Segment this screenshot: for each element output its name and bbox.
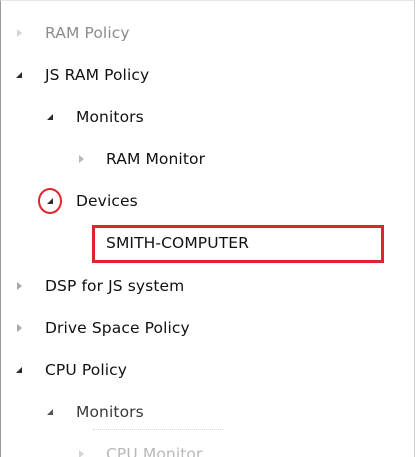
expand-arrow-icon[interactable] bbox=[13, 280, 25, 292]
expand-arrow-icon[interactable] bbox=[13, 322, 25, 334]
tree-node-js-ram-policy[interactable]: JS RAM Policy bbox=[1, 61, 414, 89]
tree-node-ram-policy[interactable]: RAM Policy bbox=[1, 19, 414, 47]
tree-node-label: RAM Policy bbox=[45, 24, 130, 42]
expand-arrow-icon[interactable] bbox=[75, 153, 87, 165]
policy-tree-panel: RAM Policy JS RAM Policy Monitors RAM Mo… bbox=[0, 0, 415, 457]
tree-node-monitors[interactable]: Monitors bbox=[1, 103, 414, 131]
fade-divider bbox=[93, 429, 223, 431]
annotation-circle bbox=[38, 188, 62, 214]
tree-node-label: RAM Monitor bbox=[106, 150, 206, 168]
tree-node-cpu-monitor[interactable]: CPU Monitor bbox=[1, 440, 414, 457]
tree-node-label: Monitors bbox=[76, 108, 144, 126]
collapse-arrow-icon[interactable] bbox=[44, 406, 56, 418]
tree-node-cpu-monitors[interactable]: Monitors bbox=[1, 398, 414, 426]
expand-arrow-icon[interactable] bbox=[13, 27, 25, 39]
tree-node-label: CPU Monitor bbox=[106, 445, 203, 457]
collapse-arrow-icon[interactable] bbox=[13, 69, 25, 81]
tree-node-label: DSP for JS system bbox=[45, 277, 185, 295]
tree-node-dsp-for-js-system[interactable]: DSP for JS system bbox=[1, 272, 414, 300]
tree-node-label: Monitors bbox=[76, 403, 144, 421]
tree-node-drive-space-policy[interactable]: Drive Space Policy bbox=[1, 314, 414, 342]
tree-node-label: CPU Policy bbox=[45, 361, 128, 379]
collapse-arrow-icon[interactable] bbox=[13, 364, 25, 376]
collapse-arrow-icon[interactable] bbox=[44, 111, 56, 123]
expand-arrow-icon[interactable] bbox=[75, 448, 87, 457]
tree-node-label: Drive Space Policy bbox=[45, 319, 190, 337]
tree-node-label: JS RAM Policy bbox=[45, 66, 150, 84]
tree-node-devices[interactable]: Devices bbox=[1, 187, 414, 215]
annotation-highlight-box bbox=[92, 225, 384, 263]
tree-node-cpu-policy[interactable]: CPU Policy bbox=[1, 356, 414, 384]
tree-node-ram-monitor[interactable]: RAM Monitor bbox=[1, 145, 414, 173]
tree-node-label: Devices bbox=[76, 192, 138, 210]
